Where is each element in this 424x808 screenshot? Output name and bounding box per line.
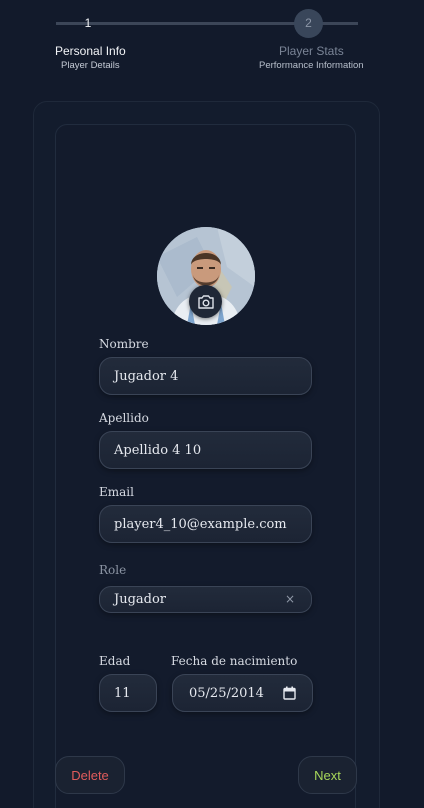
- step-2-subtitle: Performance Information: [259, 60, 364, 71]
- edad-label: Edad: [99, 654, 131, 668]
- apellido-value: Apellido 4 10: [114, 442, 202, 458]
- edad-input[interactable]: 11: [99, 674, 157, 712]
- edad-value: 11: [114, 685, 131, 701]
- nombre-value: Jugador 4: [114, 368, 179, 384]
- step-2-title: Player Stats: [279, 44, 344, 58]
- delete-button[interactable]: Delete: [55, 756, 125, 794]
- email-value: player4_10@example.com: [114, 516, 287, 532]
- camera-icon: [197, 294, 214, 309]
- fecha-input[interactable]: 05/25/2014: [172, 674, 313, 712]
- change-photo-button[interactable]: [189, 285, 222, 318]
- calendar-icon[interactable]: [283, 686, 296, 700]
- email-label: Email: [99, 485, 134, 499]
- step-2-number[interactable]: 2: [294, 9, 323, 38]
- role-value: Jugador: [114, 592, 167, 607]
- apellido-input[interactable]: Apellido 4 10: [99, 431, 312, 469]
- step-1-number[interactable]: 1: [80, 14, 96, 32]
- email-input[interactable]: player4_10@example.com: [99, 505, 312, 543]
- stepper: 1 2 Personal Info Player Details Player …: [0, 0, 424, 90]
- step-1-title: Personal Info: [55, 44, 126, 58]
- nombre-label: Nombre: [99, 337, 149, 351]
- fecha-label: Fecha de nacimiento: [171, 654, 298, 668]
- nombre-input[interactable]: Jugador 4: [99, 357, 312, 395]
- clear-icon[interactable]: ×: [285, 592, 295, 606]
- role-label: Role: [99, 563, 127, 577]
- next-button[interactable]: Next: [298, 756, 357, 794]
- apellido-label: Apellido: [99, 411, 149, 425]
- role-select[interactable]: Jugador ×: [99, 586, 312, 613]
- fecha-value: 05/25/2014: [189, 685, 264, 701]
- step-1-subtitle: Player Details: [61, 60, 120, 71]
